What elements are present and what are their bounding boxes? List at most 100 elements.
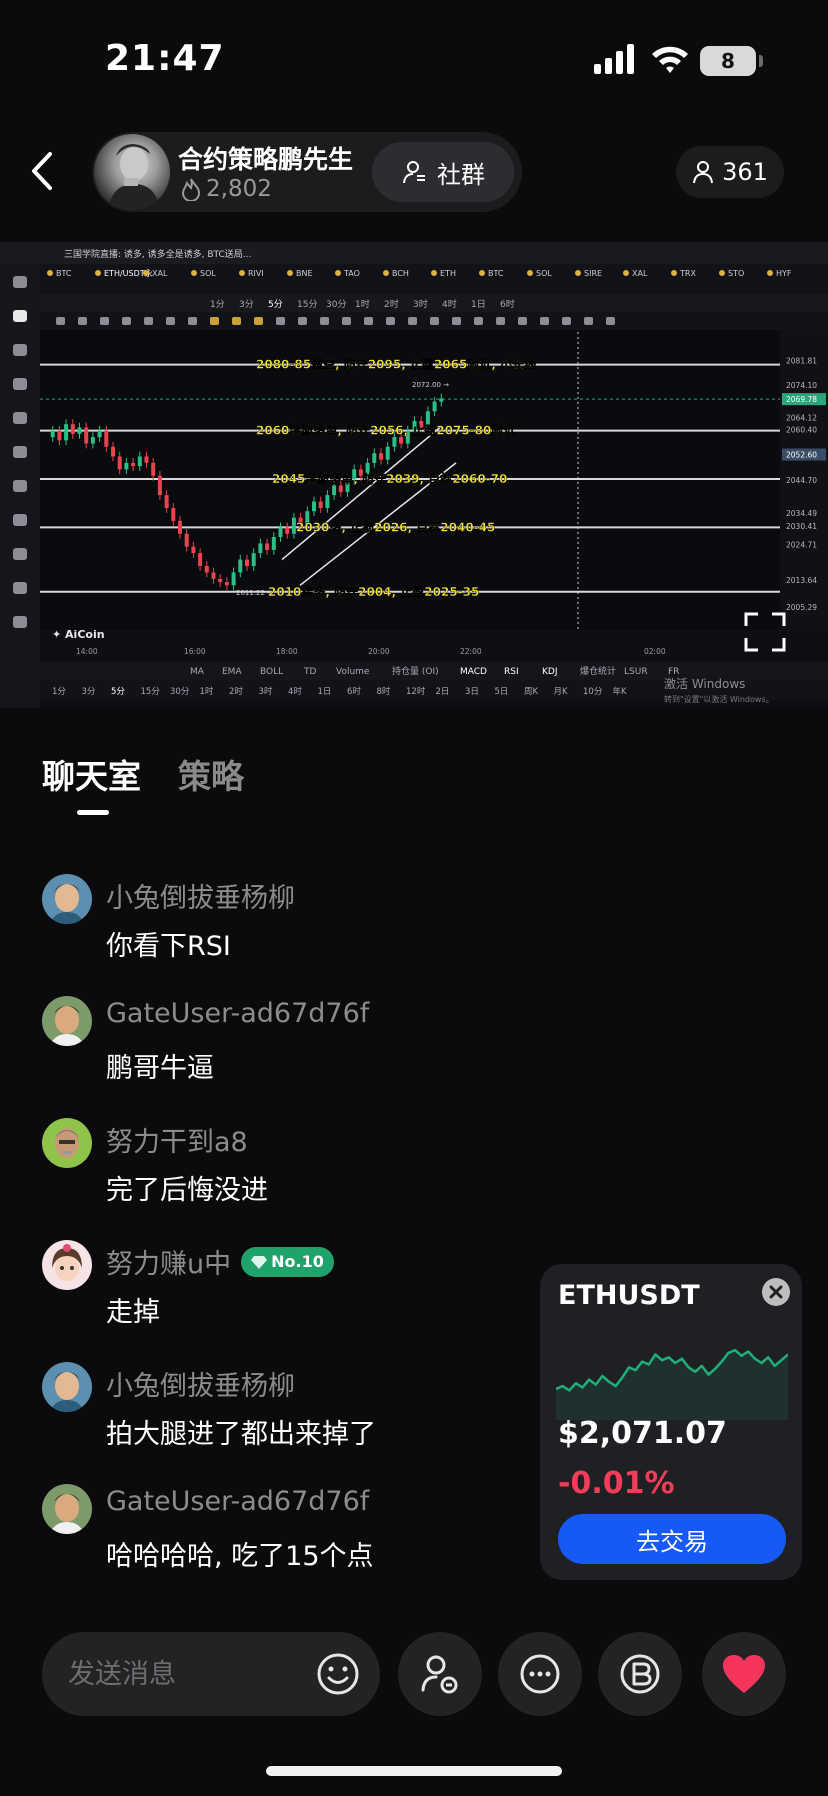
drawing-tool-icon[interactable]: [452, 317, 461, 325]
like-button[interactable]: [702, 1632, 786, 1716]
invite-user-button[interactable]: [398, 1632, 482, 1716]
bottom-timeframe-option[interactable]: 1时: [200, 686, 214, 697]
drawing-tool-icon[interactable]: [210, 317, 219, 325]
ticker-tab[interactable]: HYF: [776, 269, 792, 278]
user-avatar[interactable]: [42, 996, 92, 1046]
indicator-option[interactable]: LSUR: [624, 667, 648, 677]
bottom-timeframe-option[interactable]: 6时: [347, 686, 361, 697]
drawing-tool-icon[interactable]: [320, 317, 329, 325]
ticker-tab[interactable]: ETH: [440, 269, 456, 278]
indicator-option[interactable]: FR: [668, 667, 679, 677]
bottom-timeframe-option[interactable]: 2日: [436, 687, 450, 697]
message-username[interactable]: GateUser-ad67d76f: [106, 1486, 369, 1517]
message-username[interactable]: 努力赚u中 No.10: [106, 1242, 334, 1281]
emoji-icon[interactable]: [312, 1648, 364, 1700]
drawing-tool-icon[interactable]: [496, 317, 505, 325]
ticker-tab[interactable]: XAL: [152, 269, 168, 278]
sidebar-nav-icon[interactable]: [13, 446, 27, 458]
drawing-tool-icon[interactable]: [254, 317, 263, 325]
ticker-tab[interactable]: SOL: [200, 269, 216, 278]
close-icon[interactable]: [762, 1278, 790, 1306]
ticker-tab[interactable]: TRX: [679, 269, 696, 278]
drawing-tool-icon[interactable]: [232, 317, 241, 325]
sidebar-nav-icon[interactable]: [13, 276, 27, 288]
sidebar-nav-icon[interactable]: [13, 412, 27, 424]
message-username[interactable]: 小兔倒拔垂杨柳: [106, 1364, 295, 1403]
bottom-timeframe-option[interactable]: 年K: [613, 686, 628, 697]
bottom-timeframe-option[interactable]: 12时: [406, 686, 426, 697]
bottom-timeframe-option[interactable]: 30分: [170, 687, 190, 697]
ticker-tab[interactable]: BTC: [56, 269, 72, 278]
community-button[interactable]: 社群: [372, 142, 514, 202]
ticker-tab[interactable]: TAO: [343, 269, 360, 278]
drawing-tool-icon[interactable]: [364, 317, 373, 325]
indicator-option[interactable]: RSI: [504, 667, 519, 677]
bottom-timeframe-option[interactable]: 10分: [583, 687, 603, 697]
indicator-option[interactable]: MACD: [460, 667, 487, 677]
user-avatar[interactable]: [42, 1118, 92, 1168]
drawing-tool-icon[interactable]: [78, 317, 87, 325]
bottom-timeframe-option[interactable]: 周K: [524, 687, 539, 697]
indicator-option[interactable]: 爆仓统计: [580, 665, 616, 677]
drawing-tool-icon[interactable]: [298, 317, 307, 325]
timeframe-option[interactable]: 2时: [384, 298, 399, 310]
user-avatar[interactable]: [42, 874, 92, 924]
viewer-count[interactable]: 361: [676, 146, 784, 198]
user-avatar[interactable]: [42, 1484, 92, 1534]
user-avatar[interactable]: [42, 1240, 92, 1290]
tab-strategy[interactable]: 策略: [178, 750, 244, 798]
bottom-timeframe-option[interactable]: 1日: [318, 687, 332, 697]
sidebar-nav-icon[interactable]: [13, 310, 27, 322]
sidebar-nav-icon[interactable]: [13, 480, 27, 492]
drawing-tool-icon[interactable]: [606, 317, 615, 325]
ticker-tab[interactable]: XAL: [632, 269, 648, 278]
ticker-card[interactable]: ETHUSDT $2,071.07 -0.01% 去交易: [540, 1264, 802, 1580]
more-options-button[interactable]: [498, 1632, 582, 1716]
indicator-option[interactable]: KDJ: [542, 667, 558, 677]
drawing-tool-icon[interactable]: [540, 317, 549, 325]
ticker-tab[interactable]: BCH: [392, 269, 409, 278]
sidebar-nav-icon[interactable]: [13, 344, 27, 356]
drawing-tool-icon[interactable]: [584, 317, 593, 325]
drawing-tool-icon[interactable]: [408, 317, 417, 325]
drawing-tool-icon[interactable]: [188, 317, 197, 325]
timeframe-option[interactable]: 6时: [500, 298, 515, 310]
indicator-option[interactable]: BOLL: [260, 667, 283, 677]
sidebar-nav-icon[interactable]: [13, 616, 27, 628]
message-username[interactable]: 小兔倒拔垂杨柳: [106, 876, 295, 915]
drawing-tool-icon[interactable]: [276, 317, 285, 325]
drawing-tool-icon[interactable]: [562, 317, 571, 325]
back-chevron-icon[interactable]: [22, 146, 62, 196]
indicator-option[interactable]: 持仓量 (OI): [392, 665, 439, 677]
indicator-option[interactable]: MA: [190, 667, 205, 677]
drawing-tool-icon[interactable]: [100, 317, 109, 325]
sidebar-nav-icon[interactable]: [13, 378, 27, 390]
timeframe-option[interactable]: 1时: [355, 298, 370, 310]
user-avatar[interactable]: [42, 1362, 92, 1412]
message-input-pill[interactable]: [42, 1632, 380, 1716]
timeframe-option[interactable]: 1日: [471, 299, 486, 310]
drawing-tool-icon[interactable]: [342, 317, 351, 325]
timeframe-option[interactable]: 1分: [210, 299, 225, 310]
bottom-timeframe-option[interactable]: 15分: [141, 687, 161, 697]
sidebar-nav-icon[interactable]: [13, 582, 27, 594]
host-avatar[interactable]: [94, 134, 170, 210]
drawing-tool-icon[interactable]: [56, 317, 65, 325]
bottom-timeframe-option[interactable]: 4时: [288, 686, 302, 697]
ticker-tab[interactable]: SIRE: [584, 269, 602, 278]
message-input[interactable]: [68, 1632, 298, 1716]
timeframe-option[interactable]: 4时: [442, 298, 457, 310]
bottom-timeframe-option[interactable]: 2时: [229, 686, 243, 697]
ticker-tab[interactable]: SOL: [536, 269, 552, 278]
drawing-tool-icon[interactable]: [518, 317, 527, 325]
timeframe-option[interactable]: 3分: [239, 299, 254, 310]
bottom-timeframe-option[interactable]: 5分: [111, 687, 125, 697]
bottom-timeframe-option[interactable]: 3分: [82, 687, 96, 697]
username-text[interactable]: 努力赚u中: [106, 1242, 231, 1281]
timeframe-option[interactable]: 30分: [326, 299, 346, 310]
message-username[interactable]: GateUser-ad67d76f: [106, 998, 369, 1029]
sidebar-nav-icon[interactable]: [13, 548, 27, 560]
bottom-timeframe-option[interactable]: 3日: [465, 687, 479, 697]
drawing-tool-icon[interactable]: [430, 317, 439, 325]
ticker-tab[interactable]: STO: [728, 269, 744, 278]
